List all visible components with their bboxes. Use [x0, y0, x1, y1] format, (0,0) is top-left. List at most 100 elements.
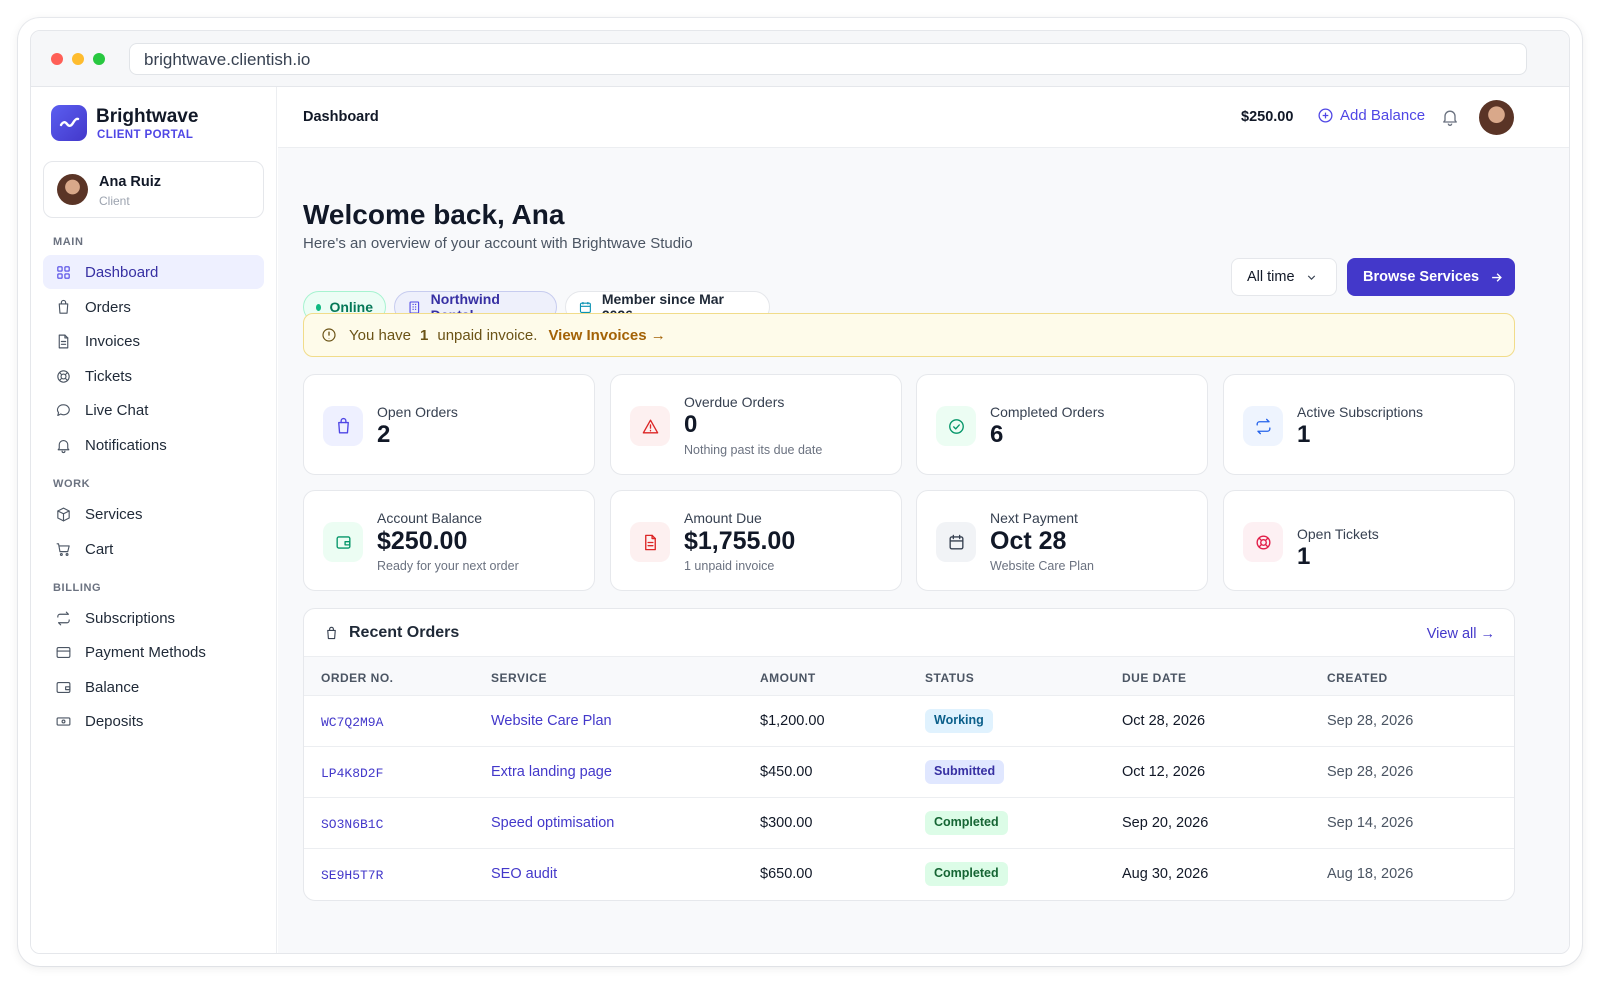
sidebar-item-services[interactable]: Services: [43, 497, 264, 531]
order-amount: $450.00: [760, 764, 813, 780]
status-dot: [316, 303, 322, 311]
time-range-value: All time: [1247, 269, 1295, 285]
sidebar-item-dashboard[interactable]: Dashboard: [43, 255, 264, 289]
stat-label: Next Payment: [990, 510, 1078, 526]
order-due-date: Oct 28, 2026: [1122, 713, 1206, 729]
wallet-icon: [56, 681, 71, 693]
alert-count: 1: [420, 326, 429, 344]
stat-card-open-orders[interactable]: Open Orders 2: [303, 374, 595, 475]
stat-value: 6: [990, 421, 1004, 448]
sidebar-item-invoices[interactable]: Invoices: [43, 324, 264, 358]
browse-services-button[interactable]: Browse Services: [1347, 258, 1515, 296]
alert-prefix: You have: [349, 326, 412, 344]
stat-label: Open Orders: [377, 404, 458, 420]
calendar-icon: [948, 534, 964, 550]
order-number[interactable]: SO3N6B1C: [321, 817, 383, 832]
sidebar-item-subscriptions[interactable]: Subscriptions: [43, 601, 264, 635]
sidebar-item-label: Notifications: [85, 436, 167, 454]
address-bar[interactable]: brightwave.clientish.io: [129, 43, 1527, 75]
stat-label: Amount Due: [684, 510, 762, 526]
order-service[interactable]: SEO audit: [491, 866, 557, 882]
table-row[interactable]: LP4K8D2F Extra landing page $450.00 Subm…: [304, 746, 1514, 797]
stat-card-open-tickets[interactable]: Open Tickets 1: [1223, 490, 1515, 591]
stat-value: $1,755.00: [684, 527, 796, 555]
stat-value: Oct 28: [990, 527, 1067, 555]
order-created: Sep 14, 2026: [1327, 815, 1414, 831]
view-invoices-link[interactable]: View Invoices →: [548, 327, 665, 344]
stat-card-completed-orders[interactable]: Completed Orders 6: [916, 374, 1208, 475]
order-number[interactable]: SE9H5T7R: [321, 868, 383, 883]
sidebar-item-deposits[interactable]: Deposits: [43, 704, 264, 738]
table-row[interactable]: SO3N6B1C Speed optimisation $300.00 Comp…: [304, 797, 1514, 848]
sidebar-item-notifications[interactable]: Notifications: [43, 428, 264, 462]
close-window-button[interactable]: [51, 53, 63, 65]
box-icon: [57, 507, 70, 521]
warning-triangle-icon: [642, 418, 658, 434]
view-all-link[interactable]: View all →: [1427, 626, 1495, 642]
recent-orders-panel: Recent Orders View all → ORDER NO. SERVI…: [303, 608, 1515, 901]
order-due-date: Sep 20, 2026: [1122, 815, 1209, 831]
stat-label: Account Balance: [377, 510, 483, 526]
sidebar-item-live-chat[interactable]: Live Chat: [43, 393, 264, 427]
sidebar-item-label: Invoices: [85, 332, 141, 350]
table-row[interactable]: WC7Q2M9A Website Care Plan $1,200.00 Wor…: [304, 695, 1514, 746]
credit-card-icon: [56, 646, 71, 658]
section-billing: BILLING: [53, 582, 102, 594]
brand-tagline: CLIENT PORTAL: [97, 129, 194, 141]
sidebar-item-label: Balance: [85, 678, 140, 696]
profile-avatar[interactable]: [1479, 100, 1514, 135]
sidebar-item-label: Dashboard: [85, 263, 159, 281]
maximize-window-button[interactable]: [93, 53, 105, 65]
plus-circle-icon: [1318, 108, 1333, 123]
unpaid-invoice-alert: You have 1 unpaid invoice. View Invoices…: [303, 313, 1515, 357]
table-row[interactable]: SE9H5T7R SEO audit $650.00 Completed Aug…: [304, 848, 1514, 899]
section-main: MAIN: [53, 236, 84, 248]
stat-subtext: Website Care Plan: [990, 559, 1094, 573]
sidebar-item-balance[interactable]: Balance: [43, 670, 264, 704]
stat-value: 1: [1297, 543, 1311, 570]
order-due-date: Oct 12, 2026: [1122, 764, 1206, 780]
stat-icon-box: [630, 522, 670, 562]
page-subtitle: Here's an overview of your account with …: [303, 235, 693, 252]
add-balance-button[interactable]: Add Balance: [1317, 107, 1425, 124]
stat-card-amount-due[interactable]: Amount Due $1,755.00 1 unpaid invoice: [610, 490, 902, 591]
stat-card-next-payment[interactable]: Next Payment Oct 28 Website Care Plan: [916, 490, 1208, 591]
sidebar-item-tickets[interactable]: Tickets: [43, 359, 264, 393]
order-service[interactable]: Website Care Plan: [491, 713, 612, 729]
sidebar-item-label: Deposits: [85, 712, 144, 730]
stat-card-overdue-orders[interactable]: Overdue Orders 0 Nothing past its due da…: [610, 374, 902, 475]
status-badge: Submitted: [925, 760, 1005, 784]
order-number[interactable]: WC7Q2M9A: [321, 715, 383, 730]
stat-icon-box: [1243, 406, 1283, 446]
order-created: Sep 28, 2026: [1327, 764, 1414, 780]
minimize-window-button[interactable]: [72, 53, 84, 65]
panel-title: Recent Orders: [349, 624, 460, 641]
notifications-bell-icon[interactable]: [1440, 107, 1460, 127]
balance-amount: $250.00: [1241, 109, 1294, 125]
order-amount: $650.00: [760, 866, 813, 882]
sidebar-item-payment-methods[interactable]: Payment Methods: [43, 635, 264, 669]
stat-card-active-subscriptions[interactable]: Active Subscriptions 1: [1223, 374, 1515, 475]
stat-subtext: 1 unpaid invoice: [684, 559, 775, 573]
sidebar-item-label: Cart: [85, 540, 114, 558]
column-header-amount: AMOUNT: [760, 671, 816, 685]
sidebar-item-label: Tickets: [85, 367, 132, 385]
stat-subtext: Nothing past its due date: [684, 443, 823, 457]
sidebar-item-orders[interactable]: Orders: [43, 290, 264, 324]
order-service[interactable]: Speed optimisation: [491, 815, 614, 831]
column-header-service: SERVICE: [491, 671, 547, 685]
section-work: WORK: [53, 478, 91, 490]
time-range-select[interactable]: All time: [1231, 258, 1337, 296]
alert-suffix: unpaid invoice.: [437, 326, 538, 344]
sidebar-item-label: Payment Methods: [85, 643, 206, 661]
status-badge: Working: [925, 709, 993, 733]
order-service[interactable]: Extra landing page: [491, 764, 612, 780]
user-card[interactable]: Ana Ruiz Client: [43, 161, 264, 218]
page-title: Welcome back, Ana: [303, 199, 565, 230]
sidebar-item-cart[interactable]: Cart: [43, 532, 264, 566]
top-bar: Dashboard $250.00 Add Balance: [278, 87, 1569, 148]
order-number[interactable]: LP4K8D2F: [321, 766, 383, 781]
stat-card-account-balance[interactable]: Account Balance $250.00 Ready for your n…: [303, 490, 595, 591]
sidebar-item-label: Orders: [85, 298, 131, 316]
stat-label: Active Subscriptions: [1297, 404, 1424, 420]
